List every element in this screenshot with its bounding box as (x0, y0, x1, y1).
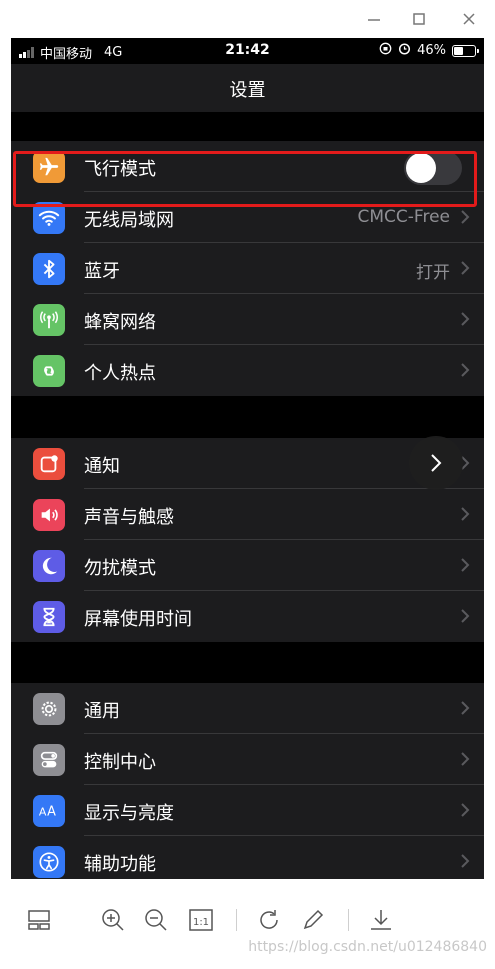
chevron-right-icon (461, 363, 470, 377)
watermark: https://blog.csdn.net/u012486840 (248, 939, 487, 955)
settings-row-sounds[interactable]: 声音与触感 (11, 489, 484, 540)
wifi-icon (33, 202, 65, 234)
airplane-icon (33, 151, 65, 183)
status-bar: 中国移动 4G 21:42 46% (11, 38, 484, 64)
notifications-icon (33, 448, 65, 480)
chevron-right-icon (461, 803, 470, 817)
navigation-bar: 设置 (11, 64, 484, 112)
zoom-out-icon[interactable] (143, 907, 169, 933)
settings-row-bluetooth[interactable]: 蓝牙 打开 (11, 243, 484, 294)
settings-row-wifi[interactable]: 无线局域网 CMCC-Free (11, 192, 484, 243)
chevron-right-icon (461, 261, 470, 275)
settings-row-airplane-mode[interactable]: 飞行模式 (11, 141, 484, 192)
chevron-right-icon (461, 701, 470, 715)
zoom-in-icon[interactable] (100, 907, 126, 933)
maximize-icon[interactable] (410, 10, 428, 28)
row-label: 蜂窝网络 (84, 312, 156, 333)
row-label: 显示与亮度 (84, 803, 174, 824)
battery-percent: 46% (417, 43, 446, 58)
svg-text:A: A (39, 806, 47, 819)
row-label: 飞行模式 (84, 159, 156, 180)
moon-icon (33, 550, 65, 582)
airplane-mode-toggle[interactable] (404, 151, 462, 185)
chevron-right-icon (461, 609, 470, 623)
actual-size-icon[interactable]: 1:1 (188, 907, 214, 933)
hotspot-icon (33, 355, 65, 387)
row-value: CMCC-Free (357, 207, 451, 227)
row-label: 无线局域网 (84, 210, 174, 231)
chevron-right-icon (461, 312, 470, 326)
bluetooth-icon (33, 253, 65, 285)
row-label: 控制中心 (84, 752, 156, 773)
orientation-lock-icon (379, 42, 392, 59)
phone-screen: 中国移动 4G 21:42 46% 设置 飞行模式 无线局域网 CMCC-Fre… (11, 38, 484, 879)
settings-group-general: 通用 控制中心 AA 显示与亮度 辅助功能 (11, 683, 484, 879)
gear-icon (33, 693, 65, 725)
settings-row-hotspot[interactable]: 个人热点 (11, 345, 484, 396)
accessibility-icon (33, 846, 65, 878)
chevron-right-icon (461, 210, 470, 224)
hourglass-icon (33, 601, 65, 633)
battery-icon (452, 44, 479, 57)
row-label: 辅助功能 (84, 854, 156, 875)
settings-row-accessibility[interactable]: 辅助功能 (11, 836, 484, 879)
row-label: 通用 (84, 701, 120, 722)
row-label: 个人热点 (84, 363, 156, 384)
image-viewer-toolbar: 1:1 https://blog.csdn.net/u012486840 (0, 879, 495, 969)
page-title: 设置 (229, 80, 266, 101)
chevron-right-icon (461, 507, 470, 521)
window-titlebar (0, 0, 495, 38)
sound-icon (33, 499, 65, 531)
row-label: 屏幕使用时间 (84, 609, 192, 630)
floating-next-button[interactable] (409, 436, 463, 490)
cellular-icon (33, 304, 65, 336)
row-value: 打开 (416, 263, 450, 283)
row-label: 蓝牙 (84, 261, 120, 282)
chevron-right-icon (461, 854, 470, 868)
layout-icon[interactable] (26, 907, 52, 933)
settings-row-screen-time[interactable]: 屏幕使用时间 (11, 591, 484, 642)
row-label: 声音与触感 (84, 507, 174, 528)
row-label: 通知 (84, 456, 120, 477)
settings-row-display[interactable]: AA 显示与亮度 (11, 785, 484, 836)
rotate-icon[interactable] (256, 907, 282, 933)
chevron-right-icon (461, 558, 470, 572)
chevron-right-icon (431, 454, 442, 472)
switches-icon (33, 744, 65, 776)
settings-row-cellular[interactable]: 蜂窝网络 (11, 294, 484, 345)
svg-text:1:1: 1:1 (193, 917, 209, 928)
minimize-icon[interactable] (365, 10, 383, 28)
settings-row-control-center[interactable]: 控制中心 (11, 734, 484, 785)
text-size-icon: AA (33, 795, 65, 827)
close-icon[interactable] (460, 10, 478, 28)
chevron-right-icon (461, 752, 470, 766)
svg-text:A: A (47, 805, 56, 820)
settings-group-connectivity: 飞行模式 无线局域网 CMCC-Free 蓝牙 打开 蜂窝网络 个人热点 (11, 141, 484, 396)
download-icon[interactable] (368, 907, 394, 933)
settings-row-do-not-disturb[interactable]: 勿扰模式 (11, 540, 484, 591)
edit-icon[interactable] (300, 907, 326, 933)
row-label: 勿扰模式 (84, 558, 156, 579)
alarm-icon (398, 42, 411, 59)
settings-row-general[interactable]: 通用 (11, 683, 484, 734)
